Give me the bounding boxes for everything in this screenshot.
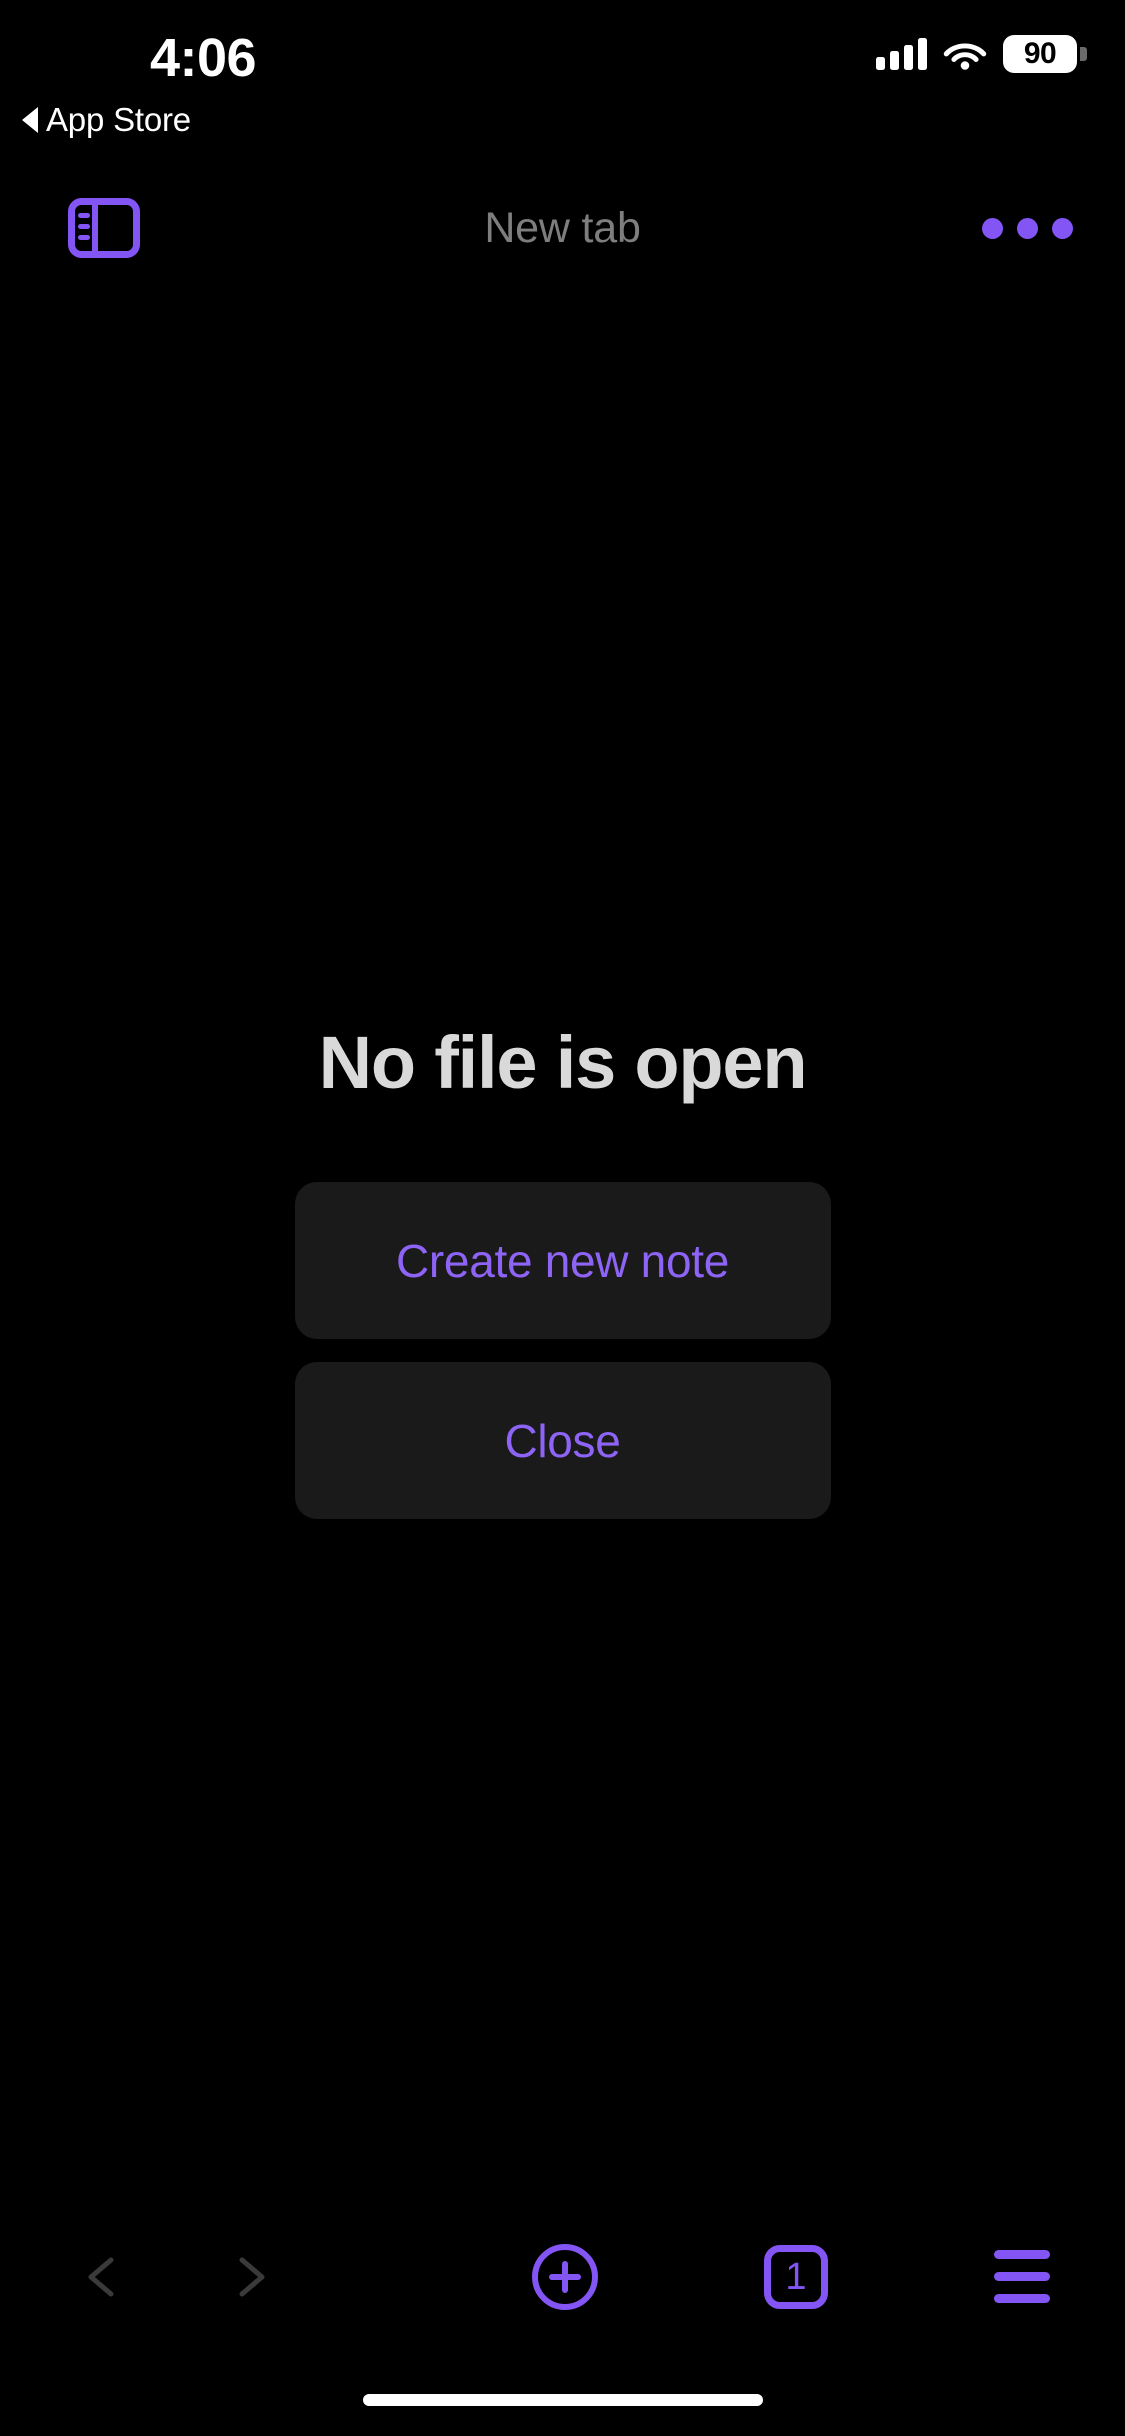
back-to-app-store-label: App Store [46,101,191,138]
battery-icon: 90 [1003,35,1087,73]
wifi-icon [943,43,987,70]
close-button[interactable]: Close [294,1362,831,1519]
sidebar-toggle-button[interactable] [45,180,163,276]
new-tab-button[interactable] [500,2209,630,2344]
top-navigation-bar: New tab [0,180,1125,276]
navigate-forward-button[interactable] [185,2209,315,2344]
empty-state-actions: Create new note Close [294,1182,831,1519]
home-indicator [362,2394,763,2406]
more-options-button[interactable] [967,180,1087,276]
tab-count-icon: 1 [764,2244,828,2309]
tabs-overview-button[interactable]: 1 [731,2209,861,2344]
chevron-right-icon [239,2257,265,2296]
status-bar-indicators: 90 [876,30,1087,78]
tab-count-label: 1 [785,2255,807,2298]
menu-button[interactable] [957,2209,1087,2344]
battery-cap [1080,47,1087,61]
back-to-app-store-link[interactable]: App Store [22,100,191,140]
hamburger-menu-icon [994,2250,1050,2303]
cellular-signal-icon [876,38,927,70]
more-horizontal-icon-dot-1 [981,217,1003,239]
create-new-note-button[interactable]: Create new note [294,1182,831,1339]
more-horizontal-icon-dot-2 [1016,217,1038,239]
navigate-back-button[interactable] [38,2209,168,2344]
battery-level-label: 90 [1023,37,1057,70]
more-horizontal-icon-dot-3 [1051,217,1073,239]
plus-circle-icon [532,2243,598,2310]
app-screen: 4:06 App Store 90 New tab No file is ope… [0,0,1125,2436]
status-bar-time: 4:06 [150,28,257,88]
sidebar-panel-icon [68,198,140,258]
status-bar: 4:06 App Store 90 [0,0,1125,138]
chevron-left-icon [88,2257,114,2296]
empty-state-title: No file is open [318,1021,808,1104]
bottom-toolbar: 1 [0,2209,1125,2344]
empty-state: No file is open Create new note Close [0,1020,1125,1519]
page-title: New tab [484,203,641,252]
left-triangle-icon [22,107,38,133]
